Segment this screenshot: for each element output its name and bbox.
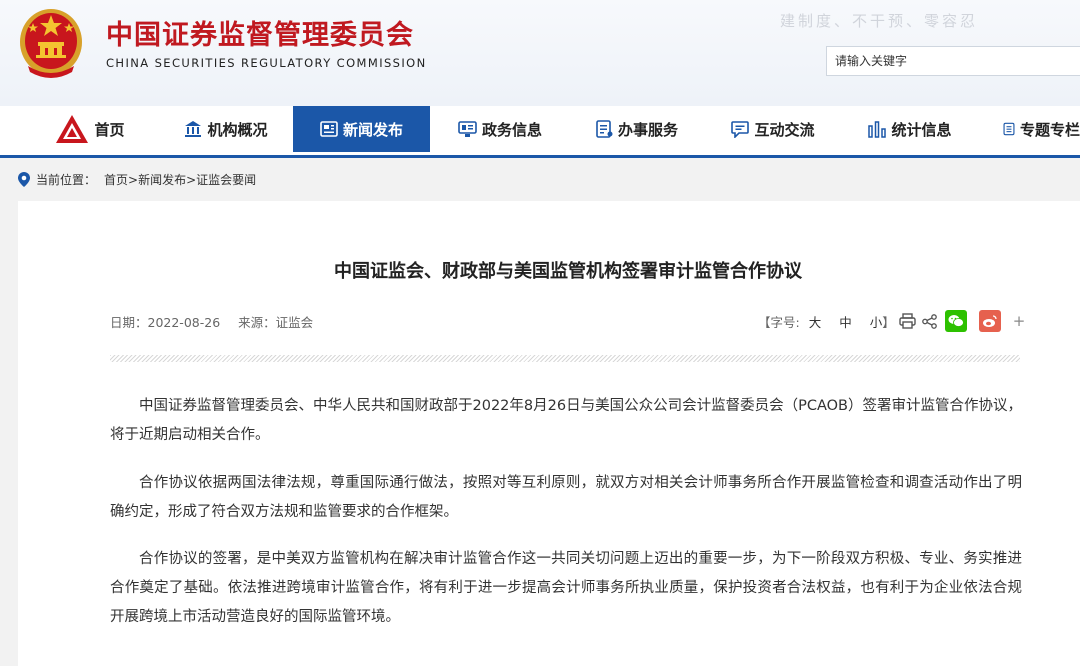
font-size-small[interactable]: 小	[870, 312, 883, 331]
share-icon	[921, 313, 937, 329]
font-size-close: 】	[882, 314, 895, 330]
printer-icon	[899, 313, 916, 329]
nav-label: 政务信息	[481, 120, 542, 139]
font-size-medium[interactable]: 中	[839, 312, 852, 331]
font-size-label: 【字号:	[758, 314, 800, 330]
article-paragraph: 合作协议依据两国法律法规，尊重国际通行做法，按照对等互利原则，就双方对相关会计师…	[110, 475, 1022, 520]
national-emblem-icon[interactable]	[18, 6, 84, 80]
weibo-share-button[interactable]	[978, 310, 1001, 332]
article-meta: 日期：2022-08-26 来源：证监会	[110, 312, 327, 331]
article-tools: 【字号: 大 中 小 】 +	[758, 309, 1025, 333]
nav-label: 首页	[94, 120, 125, 139]
nav-label: 机构概况	[207, 120, 268, 139]
nav-label: 互动交流	[754, 120, 815, 139]
main-nav: 首页 机构概况 新闻发布 政务信息 办事服务 互动交流 统计信息 专题专栏	[0, 106, 1080, 158]
site-header: 中国证券监督管理委员会 CHINA SECURITIES REGULATORY …	[0, 0, 1080, 106]
document-list-icon	[596, 120, 613, 138]
nav-item-interaction[interactable]: 互动交流	[728, 106, 818, 152]
site-title[interactable]: 中国证券监督管理委员会	[106, 13, 414, 52]
nav-item-services[interactable]: 办事服务	[592, 106, 682, 152]
slogan-watermark: 建制度、不干预、零容忍	[780, 12, 979, 30]
nav-item-home[interactable]: 首页	[50, 106, 130, 152]
font-size-large[interactable]: 大	[809, 312, 822, 331]
search-input[interactable]	[826, 46, 1080, 76]
wechat-icon	[948, 315, 964, 327]
article-title: 中国证监会、财政部与美国监管机构签署审计监管合作协议	[334, 261, 802, 282]
more-share-button[interactable]: +	[1013, 312, 1026, 330]
article-paragraph: 中国证券监督管理委员会、中华人民共和国财政部于2022年8月26日与美国公众公司…	[110, 398, 1022, 443]
weibo-icon	[982, 315, 997, 327]
article-paragraph: 合作协议的签署，是中美双方监管机构在解决审计监管合作这一共同关切问题上迈出的重要…	[110, 551, 1022, 625]
nav-item-statistics[interactable]: 统计信息	[865, 106, 955, 152]
nav-item-organization[interactable]: 机构概况	[180, 106, 272, 152]
article-source: 来源：证监会	[238, 315, 314, 330]
notebook-icon	[1003, 122, 1015, 136]
nav-item-special-topics[interactable]: 专题专栏	[1003, 106, 1080, 152]
nav-label: 统计信息	[891, 120, 952, 139]
share-button[interactable]	[921, 313, 937, 329]
location-pin-icon	[18, 171, 30, 187]
article-card: 中国证监会、财政部与美国监管机构签署审计监管合作协议 日期：2022-08-26…	[18, 201, 1080, 666]
bar-chart-icon	[868, 120, 887, 138]
monitor-icon	[458, 120, 477, 137]
nav-label: 办事服务	[617, 120, 678, 139]
nav-item-news[interactable]: 新闻发布	[293, 106, 430, 152]
site-subtitle: CHINA SECURITIES REGULATORY COMMISSION	[106, 56, 427, 70]
nav-label: 专题专栏	[1019, 120, 1080, 139]
wechat-share-button[interactable]	[944, 310, 967, 332]
building-icon	[185, 121, 202, 137]
nav-label: 新闻发布	[342, 120, 403, 139]
breadcrumb-path[interactable]: 首页>新闻发布>证监会要闻	[104, 171, 256, 188]
article-date: 日期：2022-08-26	[110, 315, 221, 330]
breadcrumb: 当前位置： 首页>新闻发布>证监会要闻	[18, 168, 256, 190]
home-logo-icon	[56, 115, 89, 143]
article-divider	[110, 355, 1020, 362]
nav-item-government-info[interactable]: 政务信息	[455, 106, 545, 152]
breadcrumb-prefix: 当前位置：	[36, 172, 97, 187]
chat-icon	[731, 120, 750, 138]
news-icon	[320, 121, 338, 137]
print-button[interactable]	[899, 313, 916, 329]
